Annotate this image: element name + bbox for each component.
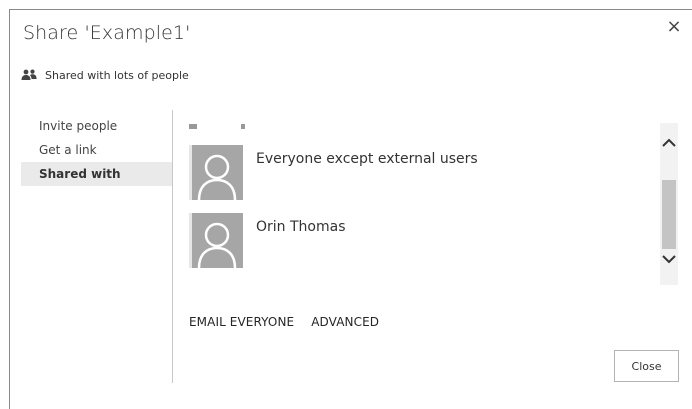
advanced-link[interactable]: ADVANCED bbox=[311, 315, 379, 329]
shared-with-list: Everyone except external users Orin Thom… bbox=[189, 118, 659, 288]
shared-status: Shared with lots of people bbox=[21, 67, 189, 83]
shared-with-actions: EMAIL EVERYONE ADVANCED bbox=[189, 315, 379, 329]
chevron-down-icon[interactable] bbox=[660, 249, 678, 269]
close-icon[interactable]: × bbox=[665, 18, 683, 36]
shared-status-text: Shared with lots of people bbox=[45, 68, 189, 82]
default-person-icon bbox=[189, 213, 243, 268]
default-person-icon bbox=[189, 145, 243, 200]
nav-divider bbox=[172, 110, 173, 383]
list-item[interactable]: Everyone except external users bbox=[189, 145, 649, 200]
share-nav: Invite people Get a link Shared with bbox=[21, 114, 172, 186]
nav-get-a-link[interactable]: Get a link bbox=[21, 138, 172, 162]
list-scrollbar[interactable] bbox=[660, 123, 678, 285]
person-name: Everyone except external users bbox=[256, 151, 478, 167]
nav-invite-people[interactable]: Invite people bbox=[21, 114, 172, 138]
nav-shared-with[interactable]: Shared with bbox=[21, 162, 172, 186]
email-everyone-link[interactable]: EMAIL EVERYONE bbox=[189, 315, 294, 329]
people-icon bbox=[21, 69, 37, 80]
person-name: Orin Thomas bbox=[256, 219, 346, 235]
scroll-thumb[interactable] bbox=[662, 180, 676, 249]
dialog-title: Share 'Example1' bbox=[23, 22, 191, 44]
list-item[interactable]: Orin Thomas bbox=[189, 213, 649, 268]
close-button[interactable]: Close bbox=[614, 350, 679, 382]
chevron-up-icon[interactable] bbox=[660, 133, 678, 153]
